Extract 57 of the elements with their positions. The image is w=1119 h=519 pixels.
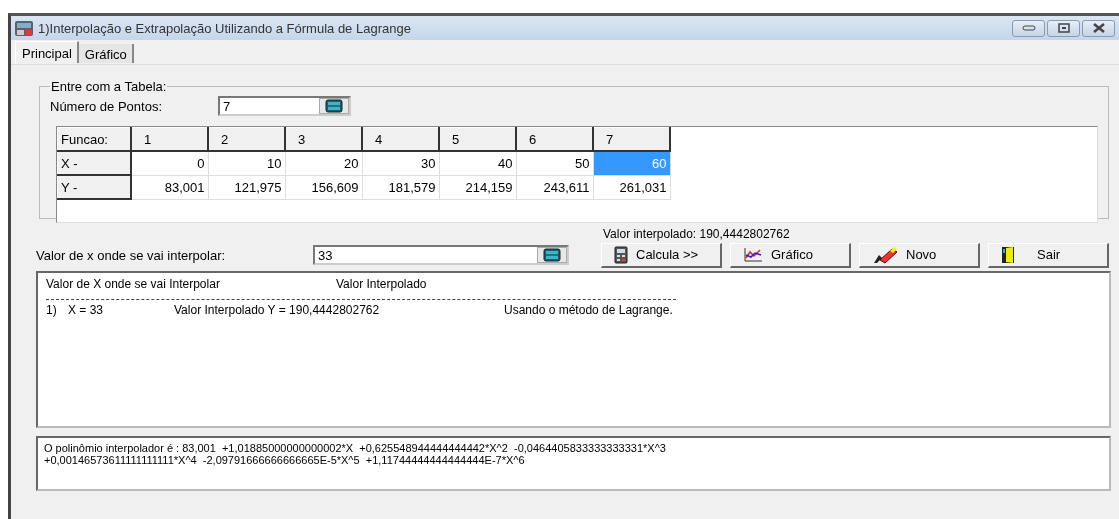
app-icon bbox=[14, 19, 34, 37]
group-legend: Entre com a Tabela: bbox=[50, 79, 168, 94]
column-header: 4 bbox=[362, 127, 439, 151]
column-header: Funcao: bbox=[57, 127, 131, 151]
x-field[interactable]: 33 bbox=[313, 245, 569, 265]
maximize-icon bbox=[1057, 23, 1070, 33]
maximize-button[interactable] bbox=[1047, 19, 1080, 37]
new-button[interactable]: Novo bbox=[859, 242, 980, 268]
calculator-icon bbox=[325, 99, 343, 113]
eraser-pencil-icon bbox=[872, 245, 898, 264]
calculator-icon bbox=[543, 248, 561, 262]
exit-button[interactable]: Sair bbox=[988, 242, 1109, 268]
column-header: 6 bbox=[516, 127, 593, 151]
result-method: Usando o método de Lagrange. bbox=[504, 303, 673, 317]
calculate-button[interactable]: Calcula >> bbox=[601, 242, 722, 268]
column-header: 7 bbox=[593, 127, 670, 151]
calculator-icon bbox=[614, 245, 628, 264]
window-title: 1)Interpolação e Extrapolação Utilizando a Fórmula de Lagrange bbox=[38, 20, 412, 36]
table-cell[interactable]: 20 bbox=[285, 151, 362, 175]
interpolated-value: Valor interpolado: 190,4442802762 bbox=[603, 227, 791, 241]
row-header: X - bbox=[57, 151, 131, 175]
column-title: Valor Interpolado bbox=[336, 277, 427, 291]
column-header: 2 bbox=[208, 127, 285, 151]
table-cell[interactable]: 30 bbox=[362, 151, 439, 175]
close-icon bbox=[1092, 23, 1105, 33]
tab[interactable]: Gráfico bbox=[78, 44, 134, 63]
result-x: X = 33 bbox=[68, 303, 105, 317]
polynomial-line: O polinômio interpolador é : 83,001 +1,01885000000000002*X +0,625548944444444442*X^2 -0,0464405833333333331*X^3 bbox=[44, 442, 667, 454]
minimize-button[interactable] bbox=[1012, 19, 1045, 37]
column-title: Valor de X onde se vai Interpolar bbox=[46, 277, 221, 291]
table-cell[interactable]: 50 bbox=[516, 151, 593, 175]
minimize-icon bbox=[1021, 25, 1036, 31]
result-index: 1) bbox=[46, 303, 58, 317]
row-header: Y - bbox=[57, 175, 131, 199]
door-icon bbox=[1001, 245, 1015, 264]
close-button[interactable] bbox=[1082, 19, 1115, 37]
table-cell[interactable]: 243,611 bbox=[516, 175, 593, 199]
chart-button[interactable]: Gráfico bbox=[730, 242, 851, 268]
column-header: 1 bbox=[131, 127, 208, 151]
column-header: 5 bbox=[439, 127, 516, 151]
tab[interactable]: Principal bbox=[15, 41, 79, 63]
polynomial-line: +0,00146573611111111111*X^4 -2,09791666666666665E-5*X^5 +1,11744444444444444E-7*X^6 bbox=[44, 454, 526, 466]
column-header: 3 bbox=[285, 127, 362, 151]
table-cell[interactable]: 40 bbox=[439, 151, 516, 175]
table-cell[interactable]: 156,609 bbox=[285, 175, 362, 199]
table-cell[interactable]: 261,031 bbox=[593, 175, 670, 199]
table-cell[interactable]: 0 bbox=[131, 151, 208, 175]
x-label: Valor de x onde se vai interpolar: bbox=[36, 247, 227, 263]
table-cell[interactable]: 181,579 bbox=[362, 175, 439, 199]
line-chart-icon bbox=[743, 246, 763, 263]
table-cell[interactable]: 83,001 bbox=[131, 175, 208, 199]
table-cell[interactable]: 121,975 bbox=[208, 175, 285, 199]
table-cell[interactable]: 214,159 bbox=[439, 175, 516, 199]
table-cell[interactable]: 10 bbox=[208, 151, 285, 175]
points-field[interactable]: 7 bbox=[218, 96, 351, 116]
result-value: Valor Interpolado Y = 190,4442802762 bbox=[174, 303, 381, 317]
points-label: Número de Pontos: bbox=[50, 98, 163, 114]
